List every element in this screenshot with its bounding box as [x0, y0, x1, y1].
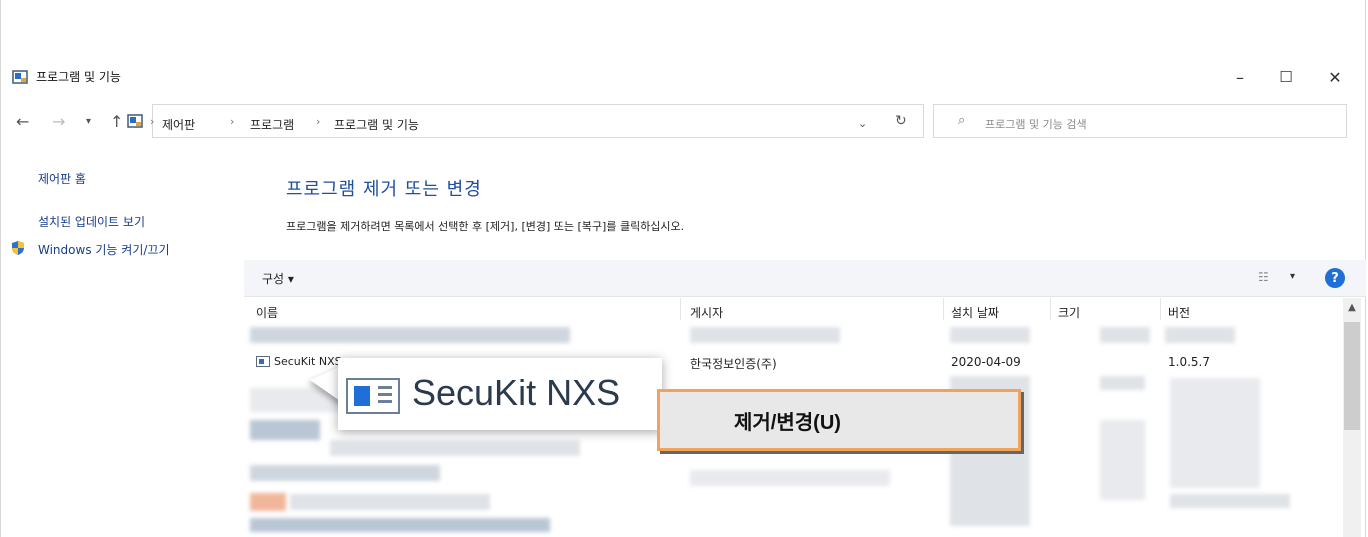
sidebar-item-control-panel-home[interactable]: 제어판 홈	[38, 170, 86, 187]
back-arrow-icon[interactable]: ←	[16, 112, 29, 131]
obscured-row-content	[250, 420, 320, 440]
obscured-row-content	[1170, 494, 1290, 508]
breadcrumb-separator: ›	[150, 115, 155, 128]
search-placeholder: 프로그램 및 기능 검색	[985, 118, 1087, 131]
control-panel-icon	[127, 114, 143, 128]
up-arrow-icon[interactable]: ↑	[110, 112, 123, 131]
minimize-button[interactable]: –	[1217, 62, 1263, 92]
breadcrumb-separator: ›	[316, 115, 321, 128]
row-version: 1.0.5.7	[1168, 355, 1210, 369]
breadcrumb-control-panel[interactable]: 제어판	[162, 116, 195, 133]
recent-dropdown-icon[interactable]: ▾	[86, 116, 91, 127]
program-icon-large	[346, 378, 400, 414]
obscured-row-content	[250, 327, 570, 343]
window-title: 프로그램 및 기능	[36, 70, 121, 84]
help-button[interactable]: ?	[1325, 268, 1345, 288]
refresh-icon[interactable]: ↻	[895, 113, 907, 129]
breadcrumb-separator: ›	[230, 115, 235, 128]
column-header-name[interactable]: 이름	[256, 304, 278, 321]
callout-program-name: SecuKit NXS	[412, 372, 621, 413]
column-header-size[interactable]: 크기	[1058, 304, 1080, 321]
scroll-up-icon[interactable]: ▲	[1343, 298, 1361, 316]
maximize-button[interactable]: ☐	[1263, 62, 1309, 92]
uninstall-change-button[interactable]: 제거/변경(U)	[657, 389, 1021, 451]
obscured-row-content	[1170, 378, 1260, 488]
sidebar-item-installed-updates[interactable]: 설치된 업데이트 보기	[38, 213, 145, 230]
scrollbar-thumb[interactable]	[1344, 322, 1360, 430]
obscured-row-content	[250, 465, 440, 481]
column-divider[interactable]	[943, 298, 944, 320]
breadcrumb-programs[interactable]: 프로그램	[250, 116, 294, 133]
program-icon	[256, 356, 270, 367]
column-divider[interactable]	[1050, 298, 1051, 320]
column-divider[interactable]	[1160, 298, 1161, 320]
shield-icon	[12, 241, 24, 255]
address-dropdown-icon[interactable]: ⌄	[858, 117, 867, 130]
column-header-publisher[interactable]: 게시자	[690, 304, 723, 321]
search-icon: ⌕	[958, 113, 966, 128]
breadcrumb-programs-features[interactable]: 프로그램 및 기능	[334, 116, 419, 133]
column-divider[interactable]	[680, 298, 681, 320]
page-instructions: 프로그램을 제거하려면 목록에서 선택한 후 [제거], [변경] 또는 [복구…	[286, 220, 685, 233]
obscured-row-content	[1100, 327, 1150, 343]
column-header-version[interactable]: 버전	[1168, 304, 1190, 321]
row-publisher: 한국정보인증(주)	[690, 357, 777, 371]
view-dropdown-icon[interactable]: ▾	[1290, 271, 1295, 282]
forward-arrow-icon[interactable]: →	[52, 112, 65, 131]
view-options-icon[interactable]: ☷	[1258, 270, 1269, 284]
obscured-row-content	[1100, 376, 1145, 390]
page-title: 프로그램 제거 또는 변경	[286, 179, 482, 200]
programs-features-icon	[12, 70, 28, 84]
obscured-row-content	[690, 327, 840, 343]
list-toolbar	[244, 260, 1366, 297]
obscured-row-content	[330, 440, 580, 456]
obscured-row-content	[1165, 327, 1235, 343]
obscured-row-content	[690, 470, 890, 486]
obscured-row-content	[1100, 420, 1145, 500]
row-install-date: 2020-04-09	[951, 355, 1021, 369]
obscured-row-content	[250, 518, 550, 532]
column-header-install-date[interactable]: 설치 날짜	[951, 304, 999, 321]
obscured-row-content	[290, 494, 490, 510]
sidebar-item-windows-features[interactable]: Windows 기능 켜기/끄기	[38, 241, 169, 258]
obscured-row-content	[950, 327, 1030, 343]
organize-button[interactable]: 구성 ▾	[262, 270, 294, 287]
obscured-row-content	[250, 493, 286, 511]
close-button[interactable]: ✕	[1312, 62, 1358, 92]
